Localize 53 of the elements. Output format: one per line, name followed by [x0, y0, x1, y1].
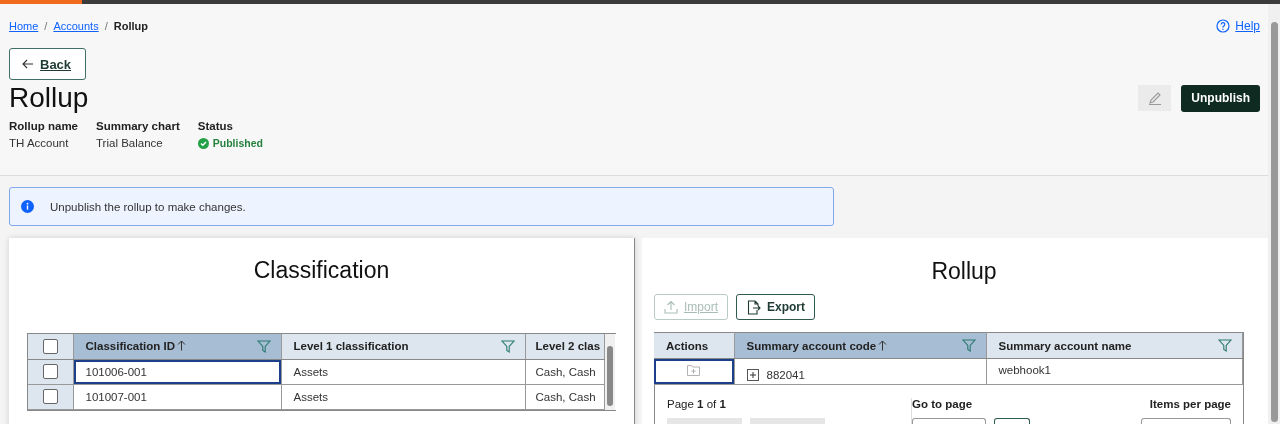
column-header[interactable]: Classification ID	[73, 334, 281, 359]
panel-title: Rollup	[930, 257, 998, 285]
column-header[interactable]: Actions	[654, 332, 734, 359]
expand-icon[interactable]	[746, 368, 759, 381]
table-cell: webhook1	[986, 358, 1243, 385]
help-link[interactable]: Help	[1216, 19, 1260, 33]
table-cell: Assets	[281, 384, 525, 409]
field-value: TH Account	[9, 137, 70, 149]
column-header[interactable]: Summary account code	[734, 332, 986, 359]
info-icon	[21, 200, 34, 213]
column-header[interactable]: Summary account name	[986, 332, 1243, 359]
notice-text: Unpublish the rollup to make changes.	[50, 200, 246, 213]
filter-icon[interactable]	[961, 339, 976, 352]
select-all-checkbox[interactable]	[42, 338, 58, 354]
table-cell: Assets	[281, 359, 525, 384]
page-indicator: Page 1 of 1	[667, 398, 727, 410]
panel-title: Classification	[252, 256, 391, 284]
field-label: Summary chart	[96, 120, 180, 132]
breadcrumb-separator: /	[104, 20, 108, 32]
sort-ascending-icon[interactable]	[878, 339, 888, 351]
items-per-page-label: Items per page	[1149, 398, 1231, 410]
row-checkbox[interactable]	[42, 364, 58, 379]
back-button[interactable]: Back	[9, 48, 87, 80]
table-cell: Cash, Cash	[525, 384, 605, 409]
field-value: Trial Balance	[96, 137, 164, 149]
field-label: Status	[197, 120, 234, 132]
go-to-page-label: Go to page	[912, 398, 974, 410]
add-folder-icon[interactable]	[687, 365, 701, 376]
field-label: Rollup name	[9, 120, 78, 132]
breadcrumb-link[interactable]: Home	[9, 20, 39, 32]
column-header[interactable]: Level 1 classification	[281, 334, 525, 359]
help-icon	[1216, 19, 1231, 33]
table-cell: 101006-001	[73, 359, 281, 384]
table-cell: Cash, Cash	[525, 359, 605, 384]
unpublish-button[interactable]: Unpublish	[1181, 84, 1260, 112]
breadcrumb-separator: /	[44, 20, 48, 32]
status-badge: Published	[197, 137, 263, 149]
arrow-left-icon	[22, 59, 34, 69]
table-scrollbar[interactable]	[605, 334, 615, 410]
filter-icon[interactable]	[256, 339, 271, 353]
row-checkbox[interactable]	[42, 389, 58, 404]
upload-icon	[664, 300, 678, 314]
sort-ascending-icon[interactable]	[176, 340, 186, 352]
page-title: Rollup	[9, 82, 89, 114]
table-cell: 101007-001	[73, 384, 281, 409]
export-button[interactable]: Export	[736, 294, 816, 320]
account-code: 882041	[766, 368, 805, 381]
filter-icon[interactable]	[1218, 339, 1232, 352]
breadcrumb-link[interactable]: Accounts	[53, 20, 99, 32]
column-header[interactable]: Level 2 clas	[525, 334, 605, 359]
export-file-icon	[746, 299, 761, 315]
page-scrollbar[interactable]	[1268, 4, 1280, 424]
filter-icon[interactable]	[500, 339, 515, 353]
